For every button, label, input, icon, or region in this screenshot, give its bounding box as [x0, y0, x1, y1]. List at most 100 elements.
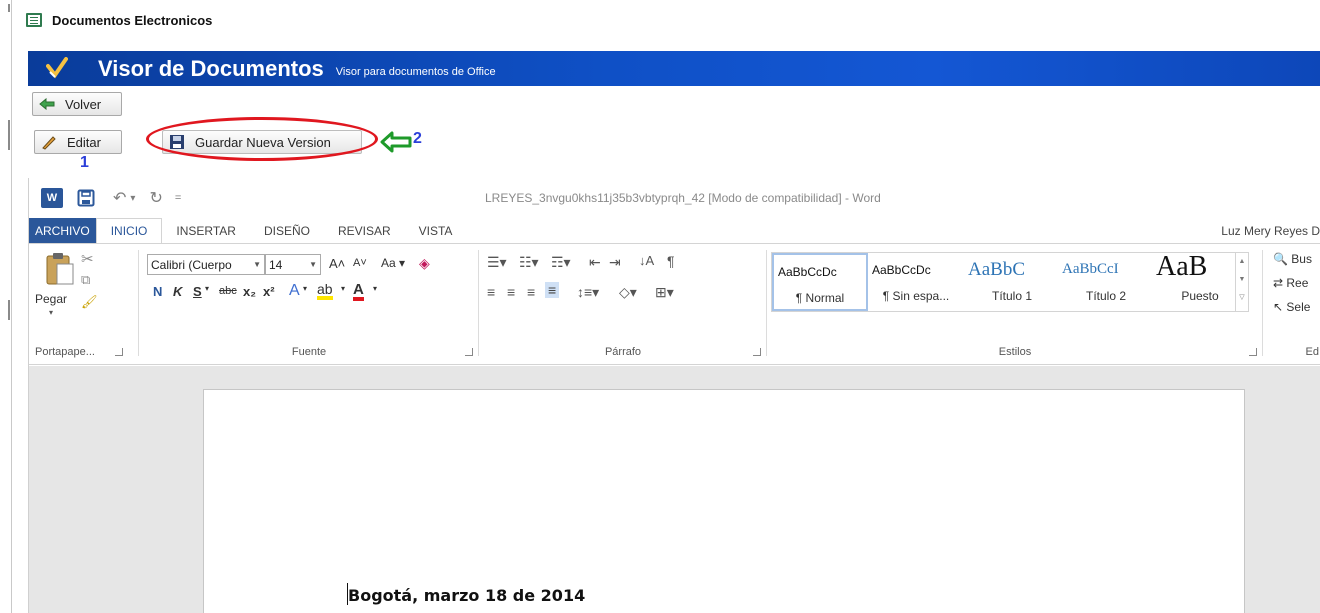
tab-diseno[interactable]: DISEÑO	[250, 218, 324, 243]
style-name: ¶ Sin espa...	[882, 289, 950, 303]
save-icon[interactable]	[77, 189, 95, 207]
text-effects-icon[interactable]: A	[289, 282, 300, 300]
style-sample: AaBbC	[968, 259, 1025, 280]
style-normal[interactable]: AaBbCcDc ¶ Normal	[772, 253, 868, 311]
italic-button[interactable]: K	[173, 284, 182, 299]
clipboard-launcher-icon[interactable]	[115, 348, 123, 356]
copy-icon[interactable]: ⧉	[81, 272, 90, 288]
styles-gallery: AaBbCcDc ¶ Normal AaBbCcDc ¶ Sin espa...…	[771, 251, 1249, 312]
undo-dropdown-icon[interactable]: ▾	[130, 193, 135, 204]
style-sample: AaBbCcDc	[778, 265, 837, 279]
underline-button[interactable]: S	[193, 284, 202, 299]
chevron-down-icon[interactable]: ▾	[303, 284, 307, 293]
bullets-icon[interactable]: ☰▾	[487, 254, 507, 271]
editing-group-label: Ed	[1305, 346, 1319, 358]
style-name: Puesto	[1181, 289, 1219, 303]
checkmark-icon	[46, 57, 68, 79]
style-heading-2[interactable]: AaBbCcI Título 2	[1058, 253, 1154, 311]
chevron-down-icon[interactable]: ▾	[205, 284, 209, 293]
highlight-icon[interactable]: ab	[317, 282, 333, 300]
styles-gallery-scroll[interactable]: ▲ ▼ ▽	[1235, 252, 1249, 312]
replace-button[interactable]: ⇄ Ree	[1273, 276, 1308, 290]
banner-subtitle: Visor para documentos de Office	[335, 65, 496, 78]
styles-launcher-icon[interactable]	[1249, 348, 1257, 356]
tab-inicio[interactable]: INICIO	[95, 218, 163, 243]
document-body-text[interactable]: Bogotá, marzo 18 de 2014	[348, 586, 585, 605]
document-list-icon	[26, 13, 42, 27]
select-label: Sele	[1286, 300, 1311, 314]
shrink-font-icon[interactable]: A˅	[353, 257, 367, 269]
font-group: Calibri (Cuerpo ▼ 14 ▼ A˄ A˅ Aa ▾ ◈ N K …	[139, 244, 479, 364]
style-heading-1[interactable]: AaBbC Título 1	[964, 253, 1060, 311]
font-family-combo[interactable]: Calibri (Cuerpo ▼	[147, 254, 265, 275]
chevron-down-icon[interactable]: ▾	[373, 284, 377, 293]
paste-label[interactable]: Pegar	[35, 292, 67, 306]
clear-formatting-icon[interactable]: ◈	[419, 255, 430, 272]
font-launcher-icon[interactable]	[465, 348, 473, 356]
align-right-icon[interactable]: ≡	[527, 284, 535, 300]
decrease-indent-icon[interactable]: ⇤	[589, 254, 601, 271]
paragraph-launcher-icon[interactable]	[753, 348, 761, 356]
format-painter-icon[interactable]: 🖌	[81, 294, 98, 310]
style-sample: AaBbCcDc	[872, 263, 931, 277]
select-button[interactable]: ↖ Sele	[1273, 300, 1310, 314]
align-center-icon[interactable]: ≡	[507, 284, 515, 300]
font-size-combo[interactable]: 14 ▼	[265, 254, 321, 275]
numbering-icon[interactable]: ☷▾	[519, 254, 539, 271]
sort-icon[interactable]: ↓A	[639, 253, 654, 268]
pencil-icon	[39, 134, 59, 150]
border-tick	[8, 120, 10, 150]
document-page[interactable]: Bogotá, marzo 18 de 2014	[203, 389, 1245, 613]
align-left-icon[interactable]: ≡	[487, 284, 495, 300]
back-button[interactable]: Volver	[32, 92, 122, 116]
word-application: W ↶ ▾ ↻ = LREYES_3nvgu0khs11j35b3vbtyprq…	[28, 178, 1320, 613]
scroll-up-icon[interactable]: ▲	[1236, 253, 1248, 271]
show-formatting-icon[interactable]: ¶	[667, 253, 675, 269]
clipboard-group: Pegar ▾ ✂ ⧉ 🖌 Portapape...	[29, 244, 139, 364]
window-left-border	[0, 0, 12, 613]
ribbon-tabs: ARCHIVO INICIO INSERTAR DISEÑO REVISAR V…	[29, 218, 1320, 243]
more-styles-icon[interactable]: ▽	[1236, 289, 1248, 307]
subscript-icon[interactable]: x₂	[243, 284, 256, 299]
tab-archivo[interactable]: ARCHIVO	[29, 218, 96, 243]
tab-insertar[interactable]: INSERTAR	[162, 218, 250, 243]
style-sample: AaB	[1156, 251, 1208, 282]
scroll-down-icon[interactable]: ▼	[1236, 271, 1248, 289]
superscript-icon[interactable]: x²	[263, 284, 275, 299]
cut-icon[interactable]: ✂	[81, 250, 94, 268]
quick-access-toolbar: W ↶ ▾ ↻ = LREYES_3nvgu0khs11j35b3vbtyprq…	[29, 178, 1320, 218]
line-spacing-icon[interactable]: ↕≡▾	[577, 284, 599, 301]
tab-vista[interactable]: VISTA	[405, 218, 467, 243]
undo-icon[interactable]: ↶	[113, 188, 126, 208]
paste-dropdown-icon[interactable]: ▾	[49, 308, 53, 317]
justify-icon[interactable]: ≡	[545, 282, 560, 298]
style-title[interactable]: AaB Puesto	[1152, 251, 1248, 311]
grow-font-icon[interactable]: A˄	[329, 256, 345, 271]
word-app-icon: W	[41, 188, 63, 208]
customize-toolbar-icon[interactable]: =	[175, 192, 181, 204]
paste-icon[interactable]	[45, 252, 75, 286]
increase-indent-icon[interactable]: ⇥	[609, 254, 621, 271]
bold-button[interactable]: N	[153, 284, 162, 299]
banner-title: Visor de Documentos	[98, 55, 324, 81]
shading-icon[interactable]: ◇▾	[619, 284, 637, 301]
paragraph-group: ☰▾ ☷▾ ☶▾ ⇤ ⇥ ↓A ¶ ≡ ≡ ≡ ≡ ↕≡▾ ◇▾ ⊞▾ Párr…	[479, 244, 767, 364]
styles-group-label: Estilos	[998, 346, 1032, 358]
style-no-spacing[interactable]: AaBbCcDc ¶ Sin espa...	[868, 253, 964, 311]
borders-icon[interactable]: ⊞▾	[655, 284, 674, 301]
change-case-icon[interactable]: Aa ▾	[381, 256, 405, 270]
multilevel-list-icon[interactable]: ☶▾	[551, 254, 571, 271]
edit-button[interactable]: Editar	[34, 130, 122, 154]
account-name[interactable]: Luz Mery Reyes D	[1221, 218, 1320, 243]
edit-label: Editar	[67, 134, 101, 150]
tab-revisar[interactable]: REVISAR	[324, 218, 405, 243]
redo-icon[interactable]: ↻	[149, 188, 162, 208]
chevron-down-icon: ▼	[253, 260, 261, 269]
find-button[interactable]: 🔍 Bus	[1273, 252, 1312, 266]
chevron-down-icon[interactable]: ▾	[341, 284, 345, 293]
annotation-number-1: 1	[80, 154, 89, 171]
font-color-icon[interactable]: A	[353, 282, 364, 301]
find-label: Bus	[1291, 252, 1312, 266]
strikethrough-icon[interactable]: abc	[219, 285, 237, 297]
style-name: Título 1	[991, 289, 1033, 303]
